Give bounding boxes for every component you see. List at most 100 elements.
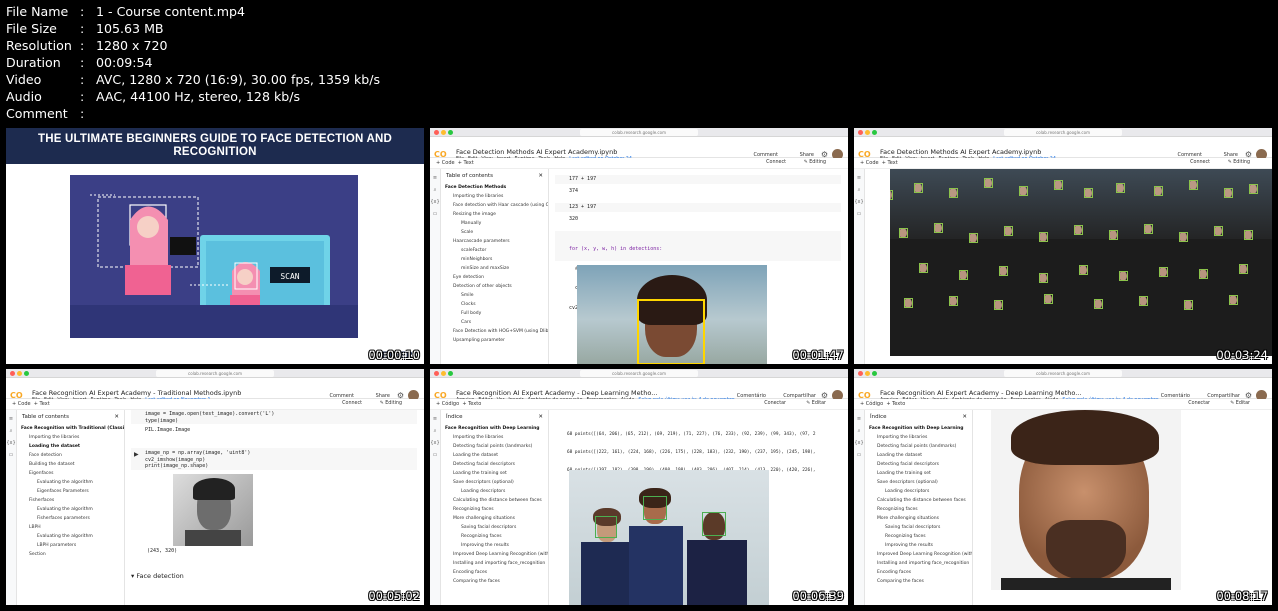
toc-item[interactable]: Importing the libraries <box>441 433 548 442</box>
editing-button[interactable]: ✎ Editing <box>804 160 826 165</box>
editing-button[interactable]: ✎ Editing <box>1228 160 1250 165</box>
editing-button[interactable]: ✎ Editar <box>1230 401 1250 406</box>
section-heading[interactable]: ▾ Face detection <box>131 572 184 580</box>
menu-icon[interactable]: ≡ <box>430 175 440 181</box>
toc-item[interactable]: Improved Deep Learning Recognition (with… <box>865 550 972 559</box>
folder-icon[interactable]: ▭ <box>854 211 864 217</box>
connect-button[interactable]: Conectar <box>764 401 786 406</box>
toc-item[interactable]: Loading descriptors <box>865 487 972 496</box>
toc-item[interactable]: Loading the training set <box>441 469 548 478</box>
search-icon[interactable]: ⌕ <box>854 428 864 434</box>
connect-button[interactable]: Connect <box>766 160 786 165</box>
add-text-button[interactable]: + Text <box>458 160 474 166</box>
toc-item[interactable]: Upsampling parameter <box>441 336 548 345</box>
toc-item[interactable]: LBPH parameters <box>17 541 124 550</box>
search-icon[interactable]: ⌕ <box>430 428 440 434</box>
toc-item[interactable]: Resizing the image <box>441 210 548 219</box>
menu-icon[interactable]: ≡ <box>6 416 16 422</box>
add-code-button[interactable]: + Código <box>860 401 883 407</box>
close-icon[interactable]: ✕ <box>538 414 543 420</box>
code-cell[interactable]: image_np = np.array(image, 'uint8') cv2_i… <box>131 448 417 470</box>
close-icon[interactable]: ✕ <box>962 414 967 420</box>
variables-icon[interactable]: {x} <box>854 199 864 205</box>
toc-item[interactable]: Installing and importing face_recognitio… <box>865 559 972 568</box>
toc-item[interactable]: Loading the dataset <box>865 451 972 460</box>
toc-item[interactable]: Saving facial descriptors <box>441 523 548 532</box>
toc-item[interactable]: Full body <box>441 309 548 318</box>
toc-item[interactable]: Clocks <box>441 300 548 309</box>
search-icon[interactable]: ⌕ <box>430 187 440 193</box>
toc-item[interactable]: Detecting facial descriptors <box>865 460 972 469</box>
toc-item[interactable]: Loading the dataset <box>441 451 548 460</box>
variables-icon[interactable]: {x} <box>6 440 16 446</box>
thumbnail-4[interactable]: colab.research.google.com CO Face Recogn… <box>6 369 424 605</box>
code-cell[interactable]: 177 + 197 <box>555 175 841 184</box>
thumbnail-3[interactable]: colab.research.google.com CO Face Detect… <box>854 128 1272 364</box>
toc-item[interactable]: Installing and importing face_recognitio… <box>441 559 548 568</box>
close-icon[interactable]: ✕ <box>538 173 543 179</box>
address-bar[interactable]: colab.research.google.com <box>580 370 698 377</box>
toc-item[interactable]: Improving the results <box>865 541 972 550</box>
toc-item[interactable]: LBPH <box>17 523 124 532</box>
notebook-title[interactable]: Face Recognition AI Expert Academy - Dee… <box>456 389 657 397</box>
toc-item[interactable]: Improving the results <box>441 541 548 550</box>
toc-item[interactable]: Calculating the distance between faces <box>865 496 972 505</box>
toc-item[interactable]: Encoding faces <box>865 568 972 577</box>
toc-item[interactable]: Smile <box>441 291 548 300</box>
toc-item[interactable]: minSize and maxSize <box>441 264 548 273</box>
add-code-button[interactable]: + Code <box>12 401 31 407</box>
folder-icon[interactable]: ▭ <box>430 211 440 217</box>
folder-icon[interactable]: ▭ <box>854 452 864 458</box>
toc-item[interactable]: Fisherfaces <box>17 496 124 505</box>
variables-icon[interactable]: {x} <box>430 199 440 205</box>
toc-item[interactable]: Detecting facial points (landmarks) <box>865 442 972 451</box>
toc-item[interactable]: Evaluating the algorithm <box>17 505 124 514</box>
toc-item[interactable]: Eye detection <box>441 273 548 282</box>
chevron-down-icon[interactable]: ▾ <box>131 572 134 580</box>
toc-item[interactable]: Detecting facial descriptors <box>441 460 548 469</box>
variables-icon[interactable]: {x} <box>854 440 864 446</box>
thumbnail-2[interactable]: colab.research.google.com CO Face Detect… <box>430 128 848 364</box>
toc-item[interactable]: Importing the libraries <box>865 433 972 442</box>
toc-item[interactable]: Face detection <box>17 451 124 460</box>
toc-item[interactable]: Loading the training set <box>865 469 972 478</box>
add-code-button[interactable]: + Código <box>436 401 459 407</box>
toc-item[interactable]: Face Detection with HOG+SVM (using Dlib) <box>441 327 548 336</box>
menu-icon[interactable]: ≡ <box>854 175 864 181</box>
menu-icon[interactable]: ≡ <box>430 416 440 422</box>
toc-item[interactable]: Recognizing faces <box>865 505 972 514</box>
add-text-button[interactable]: + Text <box>34 401 50 407</box>
toc-item[interactable]: Comparing the faces <box>441 577 548 586</box>
toc-item[interactable]: Section <box>17 550 124 559</box>
add-text-button[interactable]: + Text <box>882 160 898 166</box>
thumbnail-5[interactable]: colab.research.google.com CO Face Recogn… <box>430 369 848 605</box>
search-icon[interactable]: ⌕ <box>6 428 16 434</box>
toc-item[interactable]: Saving facial descriptors <box>865 523 972 532</box>
menu-icon[interactable]: ≡ <box>854 416 864 422</box>
toc-item[interactable]: Face Recognition with Deep Learning <box>865 424 972 433</box>
run-icon[interactable]: ▶ <box>134 451 139 458</box>
notebook-title[interactable]: Face Recognition AI Expert Academy - Tra… <box>32 389 241 397</box>
toc-item[interactable]: Recognizing faces <box>441 532 548 541</box>
address-bar[interactable]: colab.research.google.com <box>1004 370 1122 377</box>
toc-item[interactable]: Loading descriptors <box>441 487 548 496</box>
add-text-button[interactable]: + Texto <box>886 401 905 407</box>
code-cell[interactable]: 123 + 197 <box>555 203 841 212</box>
toc-item[interactable]: Manually <box>441 219 548 228</box>
toc-item[interactable]: Haarcascade parameters <box>441 237 548 246</box>
toc-item[interactable]: More challenging situations <box>865 514 972 523</box>
connect-button[interactable]: Conectar <box>1188 401 1210 406</box>
toc-item[interactable]: Importing the libraries <box>17 433 124 442</box>
toc-item[interactable]: Improved Deep Learning Recognition (with… <box>441 550 548 559</box>
search-icon[interactable]: ⌕ <box>854 187 864 193</box>
toc-item[interactable]: Recognizing faces <box>441 505 548 514</box>
toc-item[interactable]: Recognizing faces <box>865 532 972 541</box>
toc-item[interactable]: minNeighbors <box>441 255 548 264</box>
variables-icon[interactable]: {x} <box>430 440 440 446</box>
editing-button[interactable]: ✎ Editar <box>806 401 826 406</box>
code-cell[interactable]: for (x, y, w, h) in detections: #print(x… <box>555 231 841 311</box>
editing-button[interactable]: ✎ Editing <box>380 401 402 406</box>
toc-item[interactable]: Loading the dataset <box>17 442 124 451</box>
toc-item[interactable]: Face Recognition with Traditional (Class… <box>17 424 124 433</box>
notebook-title[interactable]: Face Recognition AI Expert Academy - Dee… <box>880 389 1081 397</box>
